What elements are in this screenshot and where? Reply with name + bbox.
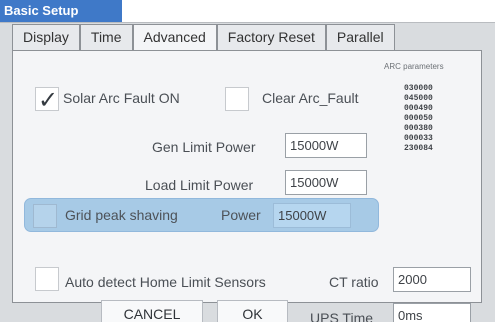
clear-arc-fault-label: Clear Arc_Fault [262, 90, 359, 106]
arc-param-value: 000033 [404, 134, 433, 143]
ct-ratio-label: CT ratio [329, 274, 379, 290]
arc-parameters-panel: ARC parameters 030000 045000 000490 0000… [382, 54, 475, 178]
gen-limit-power-input[interactable]: 15000W [285, 133, 367, 158]
tab-bar: Display Time Advanced Factory Reset Para… [12, 24, 395, 51]
grid-peak-shaving-checkbox[interactable] [33, 204, 57, 228]
load-limit-power-label: Load Limit Power [145, 177, 254, 193]
arc-param-value: 230084 [404, 144, 433, 153]
auto-detect-home-limit-label: Auto detect Home Limit Sensors [65, 274, 266, 290]
power-label: Power [221, 207, 261, 223]
solar-arc-fault-label: Solar Arc Fault ON [63, 90, 180, 106]
grid-peak-shaving-row: Grid peak shaving Power 15000W [24, 198, 379, 232]
ct-ratio-input[interactable]: 2000 [393, 267, 471, 292]
tab-parallel[interactable]: Parallel [325, 24, 395, 50]
power-input[interactable]: 15000W [273, 203, 351, 228]
grid-peak-shaving-label: Grid peak shaving [65, 207, 178, 223]
auto-detect-home-limit-checkbox[interactable] [35, 267, 59, 291]
tab-advanced[interactable]: Advanced [132, 24, 217, 51]
arc-param-value: 000490 [404, 104, 433, 113]
solar-arc-fault-checkbox[interactable]: ✓ [35, 86, 59, 114]
arc-param-value: 000380 [404, 124, 433, 133]
load-limit-power-input[interactable]: 15000W [285, 170, 367, 195]
arc-param-value: 000050 [404, 114, 433, 123]
ups-time-input[interactable]: 0ms [393, 303, 471, 322]
window-title: Basic Setup [0, 0, 122, 22]
tab-factory-reset[interactable]: Factory Reset [216, 24, 326, 50]
ups-time-label: UPS Time [310, 310, 374, 322]
clear-arc-fault-checkbox[interactable] [225, 87, 249, 111]
arc-param-value: 030000 [404, 84, 433, 93]
ok-button[interactable]: OK [217, 300, 288, 322]
gen-limit-power-label: Gen Limit Power [152, 139, 256, 155]
arc-param-value: 045000 [404, 94, 433, 103]
cancel-button[interactable]: CANCEL [101, 300, 203, 322]
arc-parameters-title: ARC parameters [384, 62, 444, 71]
tab-display[interactable]: Display [12, 24, 80, 50]
checkmark-icon: ✓ [38, 86, 59, 114]
basic-setup-window: Basic Setup Display Time Advanced Factor… [0, 0, 495, 322]
tab-time[interactable]: Time [79, 24, 133, 50]
